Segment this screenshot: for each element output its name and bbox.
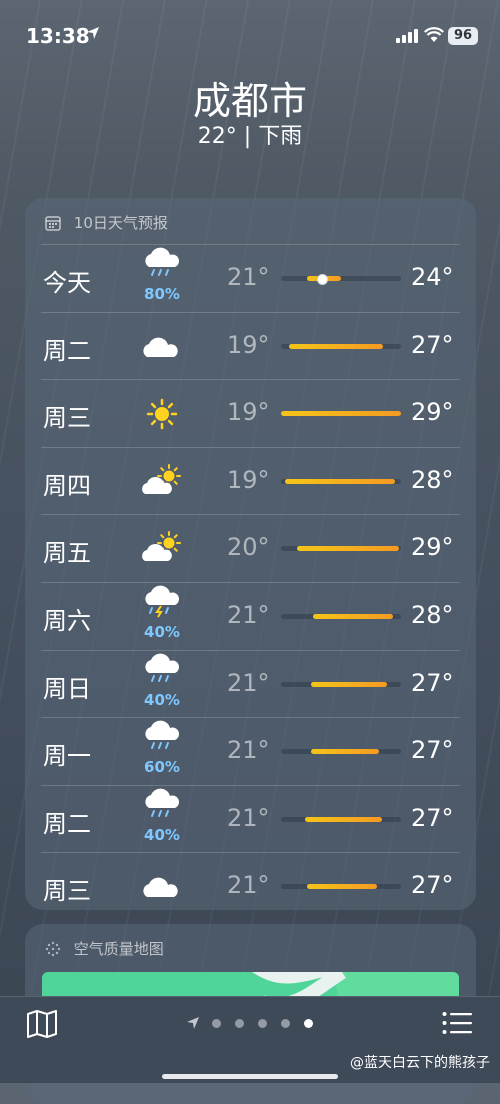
forecast-row[interactable]: 周五 20° 29° [41, 514, 460, 582]
day-label: 周二 [43, 809, 91, 838]
page-dot[interactable] [281, 1019, 290, 1028]
high-temp: 27° [411, 330, 454, 359]
temp-range-fill [281, 411, 401, 417]
forecast-row[interactable]: 周三 21° 27° [41, 852, 460, 920]
status-time: 13:38 [26, 24, 90, 48]
high-temp: 27° [411, 736, 454, 765]
home-indicator[interactable] [162, 1074, 338, 1079]
location-page-icon [187, 1017, 199, 1029]
high-temp: 28° [411, 600, 454, 629]
forecast-row[interactable]: 周二 19° 27° [41, 311, 460, 380]
temp-range-fill [284, 478, 395, 484]
temp-range-bar [281, 478, 401, 484]
low-temp: 19° [227, 398, 270, 427]
low-temp: 21° [227, 803, 270, 832]
temp-range-fill [311, 749, 380, 755]
temp-range-bar [281, 816, 401, 822]
high-temp: 27° [411, 668, 454, 697]
low-temp: 19° [227, 330, 270, 359]
watermark: @蓝天白云下的熊孩子 [350, 1055, 490, 1071]
temp-range-bar [281, 343, 401, 349]
precip-chance: 40% [144, 825, 180, 844]
cellular-signal-icon [396, 29, 418, 43]
forecast-row[interactable]: 周二 40% 21° 27° [41, 784, 460, 853]
forecast-row[interactable]: 周日 40% 21° 27° [41, 649, 460, 718]
temp-range-bar [281, 274, 401, 285]
low-temp: 21° [227, 263, 270, 291]
page-dot[interactable] [235, 1019, 244, 1028]
calendar-icon [45, 215, 61, 231]
partly-cloudy-icon [141, 525, 183, 571]
high-temp: 28° [411, 465, 454, 494]
low-temp: 21° [227, 871, 270, 900]
high-temp: 24° [411, 263, 454, 291]
air-quality-title: 空气质量地图 [73, 940, 164, 958]
low-temp: 21° [227, 736, 270, 765]
forecast-row[interactable]: 今天 80% 21° 24° [41, 244, 460, 312]
precip-chance: 60% [144, 758, 180, 777]
temp-range-bar [281, 681, 401, 687]
day-label: 周日 [43, 674, 91, 703]
air-quality-header: 空气质量地图 [45, 938, 164, 959]
temp-range-bar [281, 613, 401, 619]
list-icon[interactable] [442, 1011, 472, 1035]
temp-range-fill [307, 884, 377, 890]
page-dot[interactable] [212, 1019, 221, 1028]
temp-range-bar [281, 411, 401, 417]
high-temp: 29° [411, 398, 454, 427]
temp-range-fill [296, 546, 399, 552]
location-arrow-icon [87, 27, 99, 39]
day-label: 周二 [43, 336, 91, 365]
forecast-title: 10日天气预报 [73, 214, 168, 232]
cloud-icon [141, 863, 183, 909]
day-label: 周一 [43, 742, 91, 771]
day-label: 周三 [43, 404, 91, 433]
partly-cloudy-icon [141, 458, 183, 504]
forecast-row[interactable]: 周一 60% 21° 27° [41, 717, 460, 785]
high-temp: 27° [411, 803, 454, 832]
wifi-icon [424, 27, 444, 42]
high-temp: 27° [411, 871, 454, 900]
current-temp-dot [316, 274, 328, 285]
temp-range-bar [281, 884, 401, 890]
forecast-row[interactable]: 周六 40% 21° 28° [41, 581, 460, 650]
temp-range-bar [281, 546, 401, 552]
forecast-row[interactable]: 周三 19° 29° [41, 379, 460, 447]
current-conditions: 22° | 下雨 [197, 124, 303, 149]
low-temp: 20° [227, 533, 270, 562]
cloud-icon [141, 323, 183, 369]
precip-chance: 40% [144, 690, 180, 709]
battery-indicator: 96 [448, 27, 478, 45]
day-label: 周四 [43, 471, 91, 500]
precip-chance: 80% [144, 285, 180, 303]
forecast-header: 10日天气预报 [45, 212, 168, 232]
city-name: 成都市 [192, 79, 307, 123]
day-label: 周六 [43, 606, 91, 635]
day-label: 今天 [43, 269, 91, 297]
temp-range-bar [281, 749, 401, 755]
map-icon[interactable] [26, 1009, 58, 1039]
forecast-row[interactable]: 周四 19° 28° [41, 446, 460, 515]
low-temp: 21° [227, 668, 270, 697]
low-temp: 19° [227, 465, 270, 494]
page-dot[interactable] [258, 1019, 267, 1028]
temp-range-fill [313, 613, 393, 619]
ten-day-forecast-card[interactable]: 10日天气预报 今天 80% 21° 24° 周二 19° 27° 周三 19°… [25, 198, 476, 910]
sun-icon [141, 390, 183, 436]
temp-range-fill [289, 343, 383, 349]
page-dot[interactable] [304, 1019, 313, 1028]
forecast-list: 今天 80% 21° 24° 周二 19° 27° 周三 19° 29° 周四 … [25, 244, 476, 920]
temp-range-fill [311, 681, 387, 687]
air-quality-icon [45, 941, 61, 956]
temp-range-fill [305, 816, 382, 822]
low-temp: 21° [227, 600, 270, 629]
high-temp: 29° [411, 533, 454, 562]
precip-chance: 40% [144, 622, 180, 641]
day-label: 周三 [43, 877, 91, 906]
status-bar: 13:38 96 [0, 0, 500, 64]
day-label: 周五 [43, 539, 91, 568]
